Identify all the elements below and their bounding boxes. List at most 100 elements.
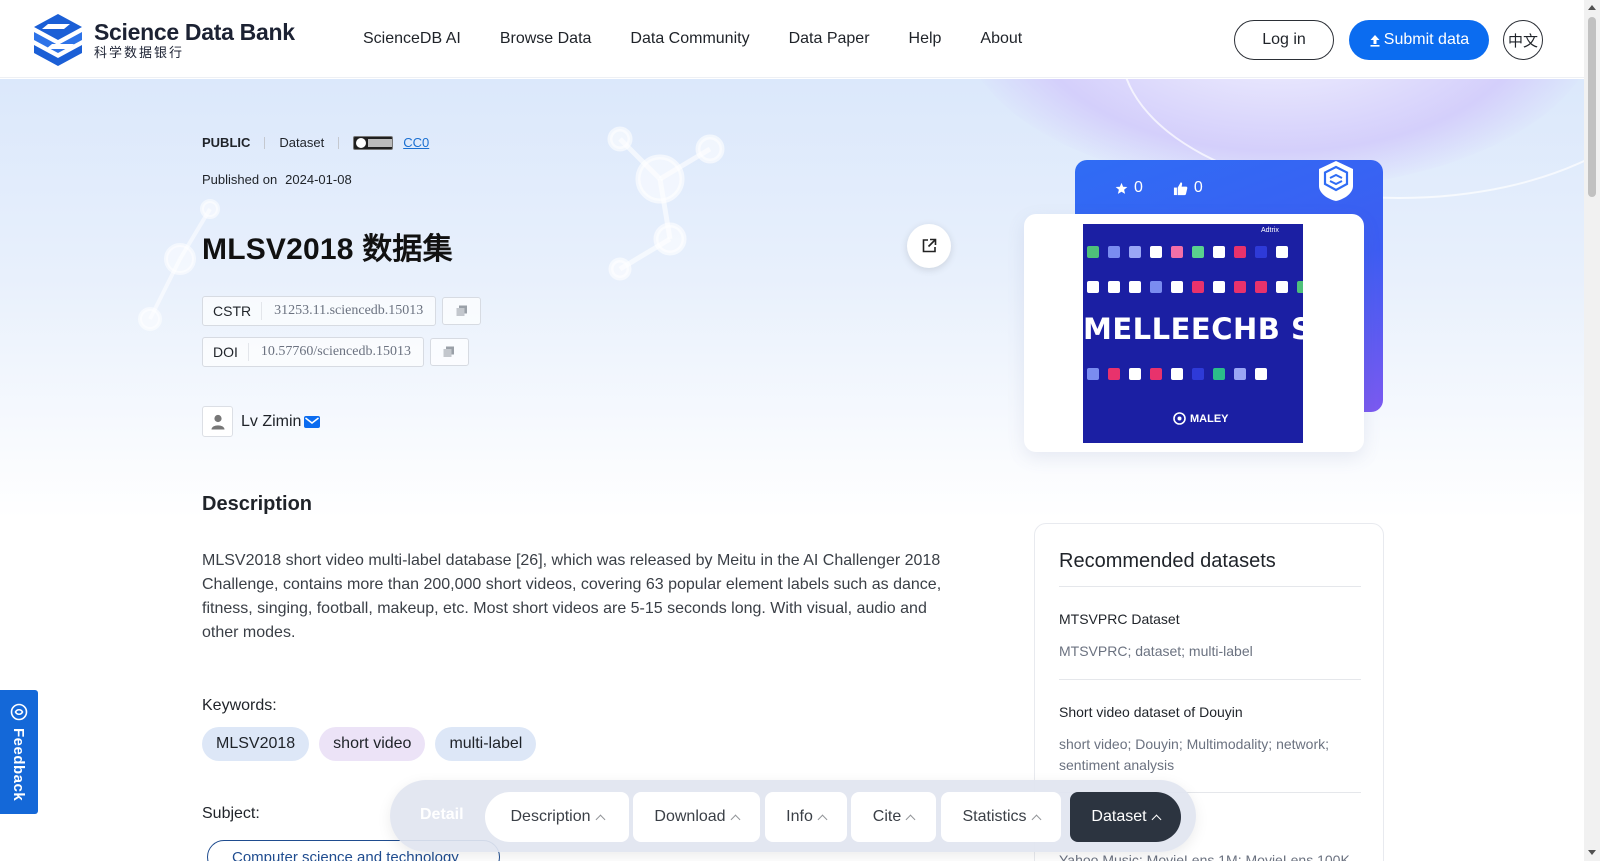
page-scrollbar[interactable] (1584, 0, 1600, 861)
access-badge: PUBLIC (202, 135, 251, 150)
like-count[interactable]: 0 (1173, 179, 1203, 197)
chevron-up-icon (595, 814, 605, 824)
divider (1059, 586, 1361, 587)
recommended-item-title[interactable]: MTSVPRC Dataset (1059, 611, 1180, 627)
nav-help[interactable]: Help (909, 30, 942, 48)
author: Lv Zimin (202, 406, 321, 437)
brand-icon (1173, 412, 1186, 425)
published-label: Published on (202, 172, 278, 187)
dataset-meta: PUBLIC Dataset CC0 (202, 135, 429, 150)
keyword-list: MLSV2018 short video multi-label (202, 727, 537, 761)
license-link[interactable]: CC0 (403, 135, 429, 150)
molecule-decoration-left (138, 199, 220, 331)
recommended-heading: Recommended datasets (1059, 550, 1276, 572)
cover-brand-text: MALEY (1190, 412, 1229, 425)
scroll-up-arrow-icon[interactable] (1588, 5, 1596, 10)
dataset-stats: 0 0 (1115, 179, 1203, 197)
chevron-up-icon (817, 814, 828, 824)
chevron-up-icon (730, 814, 741, 824)
chevron-up-icon (1031, 814, 1041, 824)
feedback-icon (10, 703, 28, 721)
tab-label: Cite (872, 808, 902, 825)
nav-sciencedb-ai[interactable]: ScienceDB AI (363, 30, 461, 48)
main-nav: ScienceDB AI Browse Data Data Community … (363, 30, 1061, 48)
tab-dataset[interactable]: Dataset (1070, 792, 1181, 842)
published-date: Published on 2024-01-08 (202, 172, 352, 187)
public-domain-icon (353, 135, 394, 150)
tab-label: Dataset (1091, 808, 1147, 825)
copy-icon (443, 346, 455, 357)
copy-icon (456, 305, 467, 316)
copy-cstr-button[interactable] (442, 297, 482, 325)
doi-value: 10.57760/sciencedb.15013 (260, 344, 411, 359)
tab-description[interactable]: Description (485, 792, 629, 842)
thumbs-up-icon (1173, 181, 1188, 195)
tab-download[interactable]: Download (633, 792, 760, 842)
mail-icon[interactable] (304, 415, 321, 428)
subject-label: Subject: (202, 805, 260, 822)
resource-type: Dataset (279, 135, 325, 150)
tab-label: Description (510, 808, 591, 825)
doi-row: DOI 10.57760/sciencedb.15013 (202, 337, 469, 367)
cover-top-text: Adtrix (1261, 227, 1279, 234)
site-header: Science Data Bank 科学数据银行 ScienceDB AI Br… (0, 0, 1584, 78)
scroll-thumb[interactable] (1588, 17, 1596, 197)
cstr-value: 31253.11.sciencedb.15013 (274, 303, 424, 318)
login-button[interactable]: Log in (1234, 20, 1334, 60)
tabbar-title: Detail (420, 806, 464, 823)
logo-title: Science Data Bank (94, 19, 295, 45)
nav-browse-data[interactable]: Browse Data (500, 30, 592, 48)
cover-icon-row (1083, 281, 1303, 293)
keyword-tag[interactable]: short video (319, 727, 426, 761)
chevron-up-icon (905, 814, 916, 824)
cstr-row: CSTR 31253.11.sciencedb.15013 (202, 296, 482, 326)
nav-data-paper[interactable]: Data Paper (789, 30, 870, 48)
keywords-label: Keywords: (202, 697, 277, 714)
cover-icon-row (1083, 368, 1303, 380)
shield-icon (1319, 161, 1353, 201)
recommended-item-title[interactable]: Short video dataset of Douyin (1059, 704, 1243, 720)
description-heading: Description (202, 493, 313, 515)
submit-data-button[interactable]: Submit data (1349, 20, 1489, 60)
tab-label: Statistics (962, 808, 1027, 825)
doi-label: DOI (203, 343, 249, 361)
divider (338, 136, 340, 149)
star-count[interactable]: 0 (1115, 179, 1143, 197)
nav-data-community[interactable]: Data Community (630, 30, 749, 48)
submit-data-label: Submit data (1383, 31, 1470, 48)
logo-subtitle: 科学数据银行 (94, 45, 185, 60)
cstr-field: CSTR 31253.11.sciencedb.15013 (202, 296, 437, 326)
keyword-tag[interactable]: multi-label (435, 727, 537, 761)
external-link-icon (922, 238, 937, 253)
copy-doi-button[interactable] (429, 338, 469, 366)
divider (264, 136, 266, 149)
feedback-label: Feedback (10, 728, 27, 802)
published-value: 2024-01-08 (285, 172, 352, 187)
description-text: MLSV2018 short video multi-label databas… (202, 552, 942, 641)
cover-icon-row (1083, 246, 1303, 258)
site-logo[interactable]: Science Data Bank 科学数据银行 (30, 12, 295, 68)
chevron-up-icon (1151, 814, 1162, 824)
language-toggle[interactable]: 中文 (1503, 20, 1543, 60)
cstr-label: CSTR (203, 302, 263, 320)
author-name[interactable]: Lv Zimin (241, 413, 301, 431)
cover-title: MELLEECHB SARO (1083, 312, 1303, 346)
scroll-down-arrow-icon[interactable] (1588, 850, 1596, 855)
feedback-button[interactable]: Feedback (0, 690, 38, 814)
recommended-item-keywords: short video; Douyin; Multimodality; netw… (1059, 736, 1329, 773)
recommended-item-keywords: MTSVPRC; dataset; multi-label (1059, 643, 1253, 659)
star-value: 0 (1134, 179, 1143, 196)
keyword-tag[interactable]: MLSV2018 (202, 727, 310, 761)
nav-about[interactable]: About (980, 30, 1022, 48)
star-icon (1115, 182, 1128, 194)
section-tabbar: Detail Description Download Info Cite St… (390, 780, 1196, 852)
share-button[interactable] (907, 224, 951, 268)
tab-statistics[interactable]: Statistics (941, 792, 1061, 842)
tab-label: Info (786, 808, 813, 825)
cover-brand: MALEY (1173, 412, 1229, 425)
divider (1059, 679, 1361, 680)
tab-info[interactable]: Info (765, 792, 847, 842)
dataset-title: MLSV2018 数据集 (202, 233, 453, 266)
tab-cite[interactable]: Cite (851, 792, 936, 842)
dataset-cover-image[interactable]: Adtrix MELLEECHB SARO MALEY (1083, 224, 1303, 443)
